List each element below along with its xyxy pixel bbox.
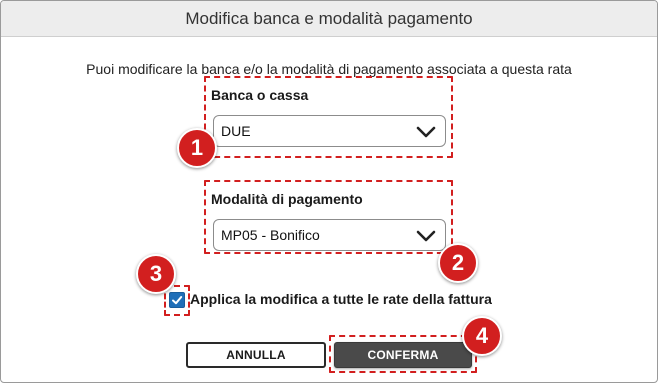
apply-all-label[interactable]: Applica la modifica a tutte le rate dell… — [190, 291, 492, 307]
chevron-down-icon — [416, 126, 436, 138]
dialog-intro-text: Puoi modificare la banca e/o la modalità… — [86, 61, 572, 77]
apply-all-checkbox[interactable] — [169, 292, 185, 308]
dialog-header: Modifica banca e modalità pagamento — [1, 1, 657, 37]
edit-bank-payment-dialog: Modifica banca e modalità pagamento Puoi… — [0, 0, 658, 383]
bank-select-value: DUE — [221, 123, 251, 139]
bank-select[interactable]: DUE — [213, 115, 446, 147]
callout-badge-4: 4 — [462, 316, 502, 356]
checkmark-icon — [172, 296, 183, 305]
payment-field-label: Modalità di pagamento — [211, 191, 363, 207]
confirm-button[interactable]: CONFERMA — [334, 342, 472, 368]
chevron-down-icon — [416, 230, 436, 242]
bank-field-label: Banca o cassa — [211, 87, 309, 103]
callout-badge-1: 1 — [177, 128, 217, 168]
payment-method-select[interactable]: MP05 - Bonifico — [213, 219, 446, 251]
payment-select-value: MP05 - Bonifico — [221, 227, 320, 243]
cancel-button[interactable]: ANNULLA — [186, 342, 326, 368]
callout-badge-3: 3 — [136, 254, 176, 294]
dialog-title: Modifica banca e modalità pagamento — [185, 8, 473, 28]
callout-badge-2: 2 — [438, 243, 478, 283]
